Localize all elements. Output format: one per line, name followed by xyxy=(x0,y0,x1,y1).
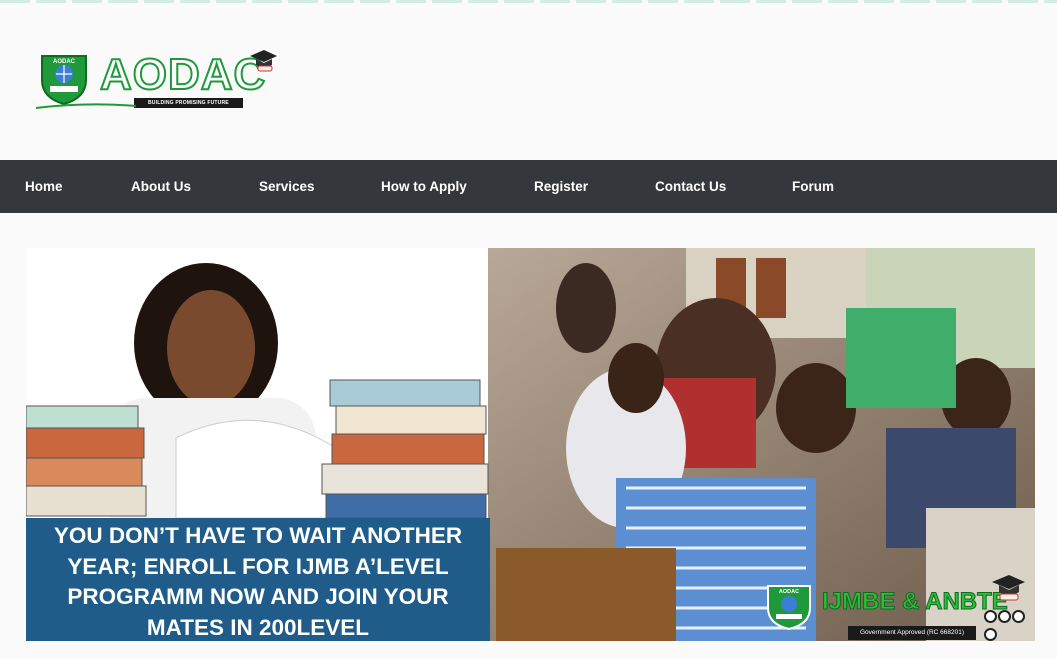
nav-services[interactable]: Services xyxy=(259,160,315,213)
caption-line: MATES IN 200LEVEL xyxy=(146,614,370,640)
graduation-cap-icon xyxy=(992,575,1025,601)
nav-forum[interactable]: Forum xyxy=(792,160,834,213)
shield-text: AODAC xyxy=(779,589,799,595)
logo-swoosh xyxy=(36,103,136,109)
slider-dot[interactable] xyxy=(998,610,1011,623)
slide-caption: YOU DON’T HAVE TO WAIT ANOTHER YEAR; ENR… xyxy=(26,518,490,641)
site-header: AODAC AODAC BUILDING PROMISING FUTURE xyxy=(0,0,1057,160)
nav-register[interactable]: Register xyxy=(534,160,588,213)
nav-about-us[interactable]: About Us xyxy=(131,160,191,213)
graduation-cap-icon xyxy=(250,50,277,72)
logo-tagline: BUILDING PROMISING FUTURE xyxy=(134,98,243,108)
shield-text: AODAC xyxy=(53,59,76,65)
nav-home[interactable]: Home xyxy=(25,160,63,213)
caption-line: PROGRAMM NOW AND JOIN YOUR xyxy=(67,584,449,609)
brand-subtitle: Government Approved (RC 668201) xyxy=(848,626,976,640)
logo-wordmark: AODAC xyxy=(99,49,267,100)
hero-slider[interactable]: YOU DON’T HAVE TO WAIT ANOTHER YEAR; ENR… xyxy=(26,248,1035,641)
caption-line: YEAR; ENROLL FOR IJMB A’LEVEL xyxy=(67,553,449,579)
slider-dot[interactable] xyxy=(984,610,997,623)
slider-dot[interactable] xyxy=(1012,610,1025,623)
slider-pagination xyxy=(984,610,1035,641)
slider-dot[interactable] xyxy=(984,628,997,641)
nav-how-to-apply[interactable]: How to Apply xyxy=(381,160,467,213)
brand-title: IJMBE & ANBTE xyxy=(822,588,1009,616)
caption-line: YOU DON’T HAVE TO WAIT ANOTHER xyxy=(53,523,463,548)
site-logo[interactable]: AODAC AODAC BUILDING PROMISING FUTURE xyxy=(36,46,277,112)
main-navigation: Home About Us Services How to Apply Regi… xyxy=(0,160,1057,213)
shield-icon: AODAC xyxy=(41,55,87,106)
shield-icon: AODAC xyxy=(767,585,811,630)
nav-contact-us[interactable]: Contact Us xyxy=(655,160,726,213)
